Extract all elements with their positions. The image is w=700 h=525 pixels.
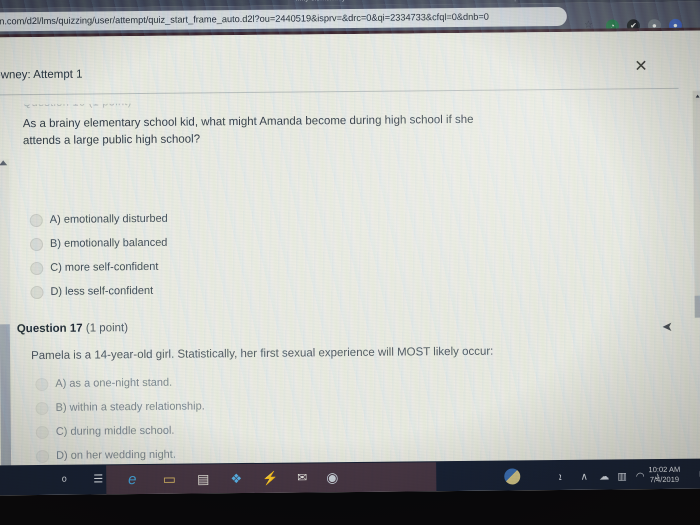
question-17-heading: Question 17 (1 point) [17,322,128,335]
question-17-option-d-label[interactable]: D) on her wedding night. [56,449,176,462]
question-16-option-b-radio[interactable] [29,237,44,252]
question-16-option-c-label[interactable]: C) more self-confident [50,261,158,274]
address-bar[interactable]: learn.com/d2l/lms/quizzing/user/attempt/… [0,6,567,32]
question-17-option-b-label[interactable]: B) within a steady relationship. [56,400,205,413]
lightning-icon[interactable]: ⚡ [260,471,280,486]
question-17-option-a-radio[interactable] [35,377,49,392]
page-scrollbar-thumb[interactable] [694,295,700,318]
address-bar-url: learn.com/d2l/lms/quizzing/user/attempt/… [0,11,489,27]
cortana-circle-icon[interactable] [504,468,521,485]
close-icon[interactable]: ✕ [634,56,648,76]
question-16-option-d-radio[interactable] [30,285,44,300]
question-16-option-b-label[interactable]: B) emotionally balanced [50,237,168,250]
page-scrollbar[interactable] [692,90,700,318]
previous-question-heading-cutoff: Question 16 (1 point) [22,96,132,110]
cortana-microphone-icon[interactable]: ᵒ [54,473,74,488]
windows-taskbar: ᵒ ☰ e ▭ ▤ ❖ ⚡ ✉ ◉ ܐ ∧ ☁ ▥ ◠ ♪ 10:02 AM 7… [0,458,700,496]
tab-close-icon[interactable]: × [501,0,506,1]
chrome-icon[interactable]: ◉ [322,469,342,485]
question-17-heading-text: Question 17 [16,322,83,336]
question-16-prompt-line-2: attends a large public high school? [22,133,201,148]
scroll-up-arrow-icon[interactable] [0,160,8,166]
people-icon[interactable]: ܐ [552,472,568,483]
question-16-option-c-radio[interactable] [30,261,44,276]
question-16-option-d-label[interactable]: D) less self-confident [50,285,153,298]
mail-icon[interactable]: ✉ [292,470,312,485]
question-16-option-a-label[interactable]: A) emotionally disturbed [50,213,168,226]
microsoft-store-icon[interactable]: ▤ [193,471,213,486]
computer-screen: ...ny elementary school... × + – ☐ learn… [0,0,700,496]
clock-date: 7/4/2019 [649,474,680,485]
tab-separator [514,0,516,2]
page-content: r a Downey: Attempt 1 ✕ Question 16 (1 p… [0,30,700,496]
scroll-up-button[interactable] [692,90,700,102]
question-17-option-a-label[interactable]: A) as a one-night stand. [55,377,172,390]
question-16-option-a-radio[interactable] [29,213,43,228]
task-view-icon[interactable]: ☰ [88,472,108,487]
quiz-frame: Question 16 (1 point) As a brainy elemen… [0,93,700,496]
quiz-frame-scrollbar[interactable] [0,159,12,496]
device-icon[interactable]: ▥ [614,471,630,482]
network-wifi-icon[interactable]: ◠ [632,471,648,482]
question-17-option-c-radio[interactable] [35,425,49,440]
attempt-subtitle: a Downey: Attempt 1 [0,68,83,82]
new-tab-icon[interactable]: + [528,0,534,1]
edge-browser-icon[interactable]: e [122,471,142,488]
onedrive-cloud-icon[interactable]: ☁ [596,472,612,483]
browser-tab-title: ...ny elementary school... [296,0,374,3]
show-hidden-icons-chevron[interactable]: ∧ [576,472,592,483]
photo-of-screen: ...ny elementary school... × + – ☐ learn… [0,0,700,525]
question-17-option-b-radio[interactable] [35,401,49,416]
question-17-points: (1 point) [85,322,129,335]
chevron-up-icon [695,94,700,98]
file-explorer-icon[interactable]: ▭ [159,471,179,487]
question-17-prompt: Pamela is a 14-year-old girl. Statistica… [31,345,494,363]
clock-time: 10:02 AM [648,464,681,475]
question-17-option-d-radio[interactable] [35,449,50,464]
page-scrollbar-track[interactable] [692,101,700,297]
dropbox-icon[interactable]: ❖ [226,471,246,486]
question-17-option-c-label[interactable]: C) during middle school. [56,425,175,438]
taskbar-clock[interactable]: 10:02 AM 7/4/2019 [648,465,680,485]
